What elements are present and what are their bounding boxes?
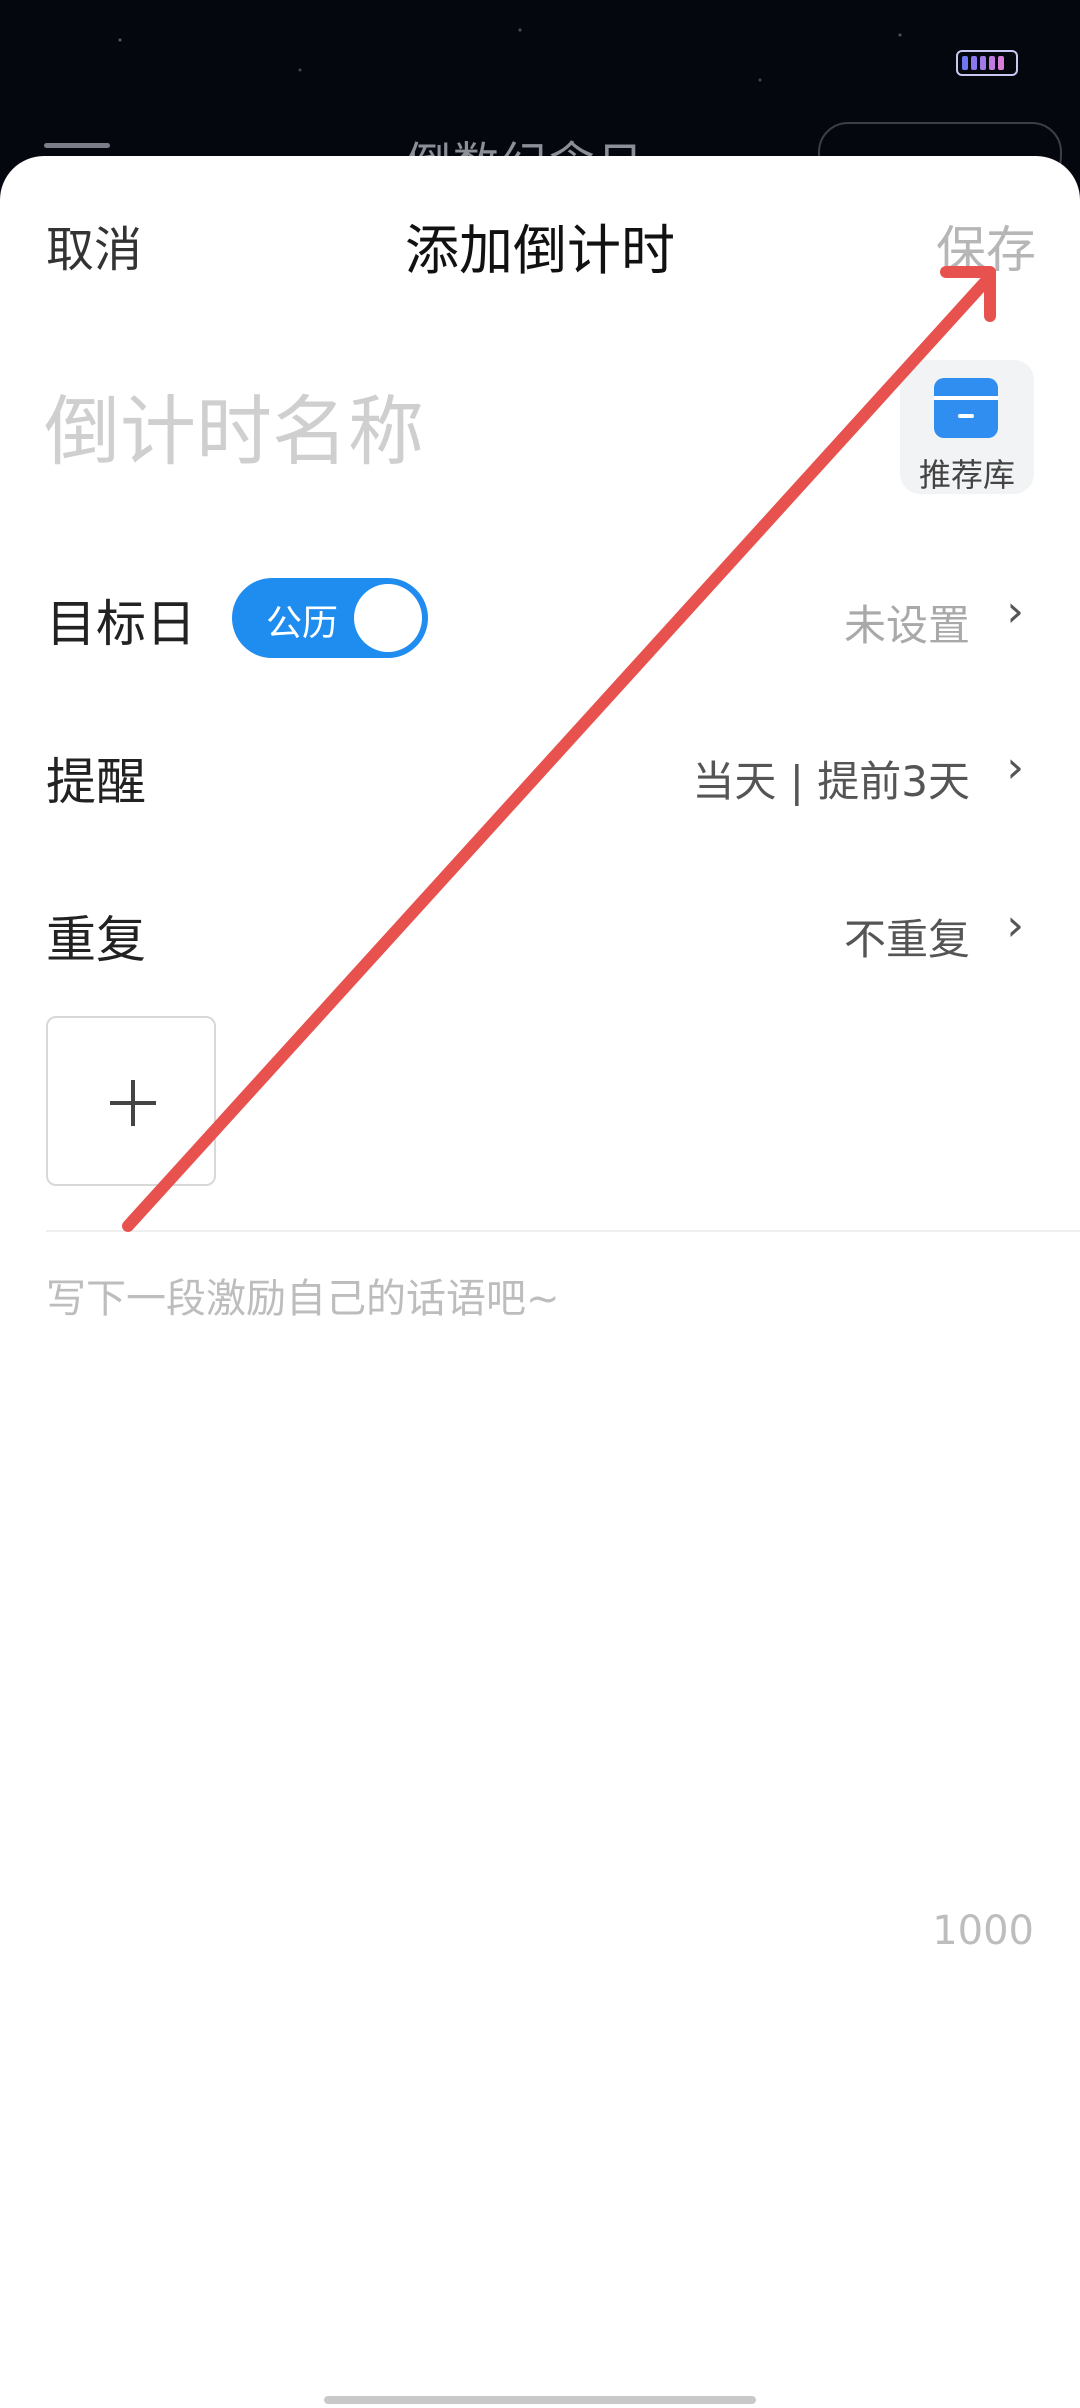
reminder-label: 提醒 [46, 753, 146, 811]
add-countdown-sheet: 取消 添加倒计时 保存 推荐库 目标日 公历 未设置 › 提醒 当天 | 提前3… [0, 156, 1080, 2408]
reminder-value[interactable]: 当天 | 提前3天 [692, 748, 970, 809]
battery-icon [956, 50, 1018, 76]
repeat-label: 重复 [46, 911, 146, 969]
chevron-right-icon[interactable]: › [1006, 742, 1024, 793]
calendar-type-label: 公历 [266, 603, 339, 644]
page-title: 添加倒计时 [405, 219, 675, 282]
char-limit-counter: 1000 [932, 1908, 1034, 1954]
target-day-label: 目标日 [46, 595, 196, 653]
recommend-library-button[interactable]: 推荐库 [900, 360, 1034, 494]
add-image-button[interactable] [46, 1016, 216, 1186]
chevron-right-icon[interactable]: › [1006, 900, 1024, 951]
repeat-value[interactable]: 不重复 [844, 906, 970, 967]
calendar-type-toggle[interactable]: 公历 [232, 578, 428, 658]
recommend-library-label: 推荐库 [918, 456, 1015, 494]
home-indicator[interactable] [324, 2396, 756, 2404]
background-menu-icon [44, 143, 110, 148]
save-button[interactable]: 保存 [936, 210, 1036, 282]
divider [46, 1230, 1080, 1232]
countdown-name-input[interactable] [44, 376, 864, 486]
motto-textarea[interactable] [46, 1266, 1036, 1866]
toggle-knob [354, 584, 422, 652]
chevron-right-icon[interactable]: › [1006, 586, 1024, 637]
target-day-value[interactable]: 未设置 [844, 592, 970, 653]
archive-box-icon [934, 378, 998, 438]
